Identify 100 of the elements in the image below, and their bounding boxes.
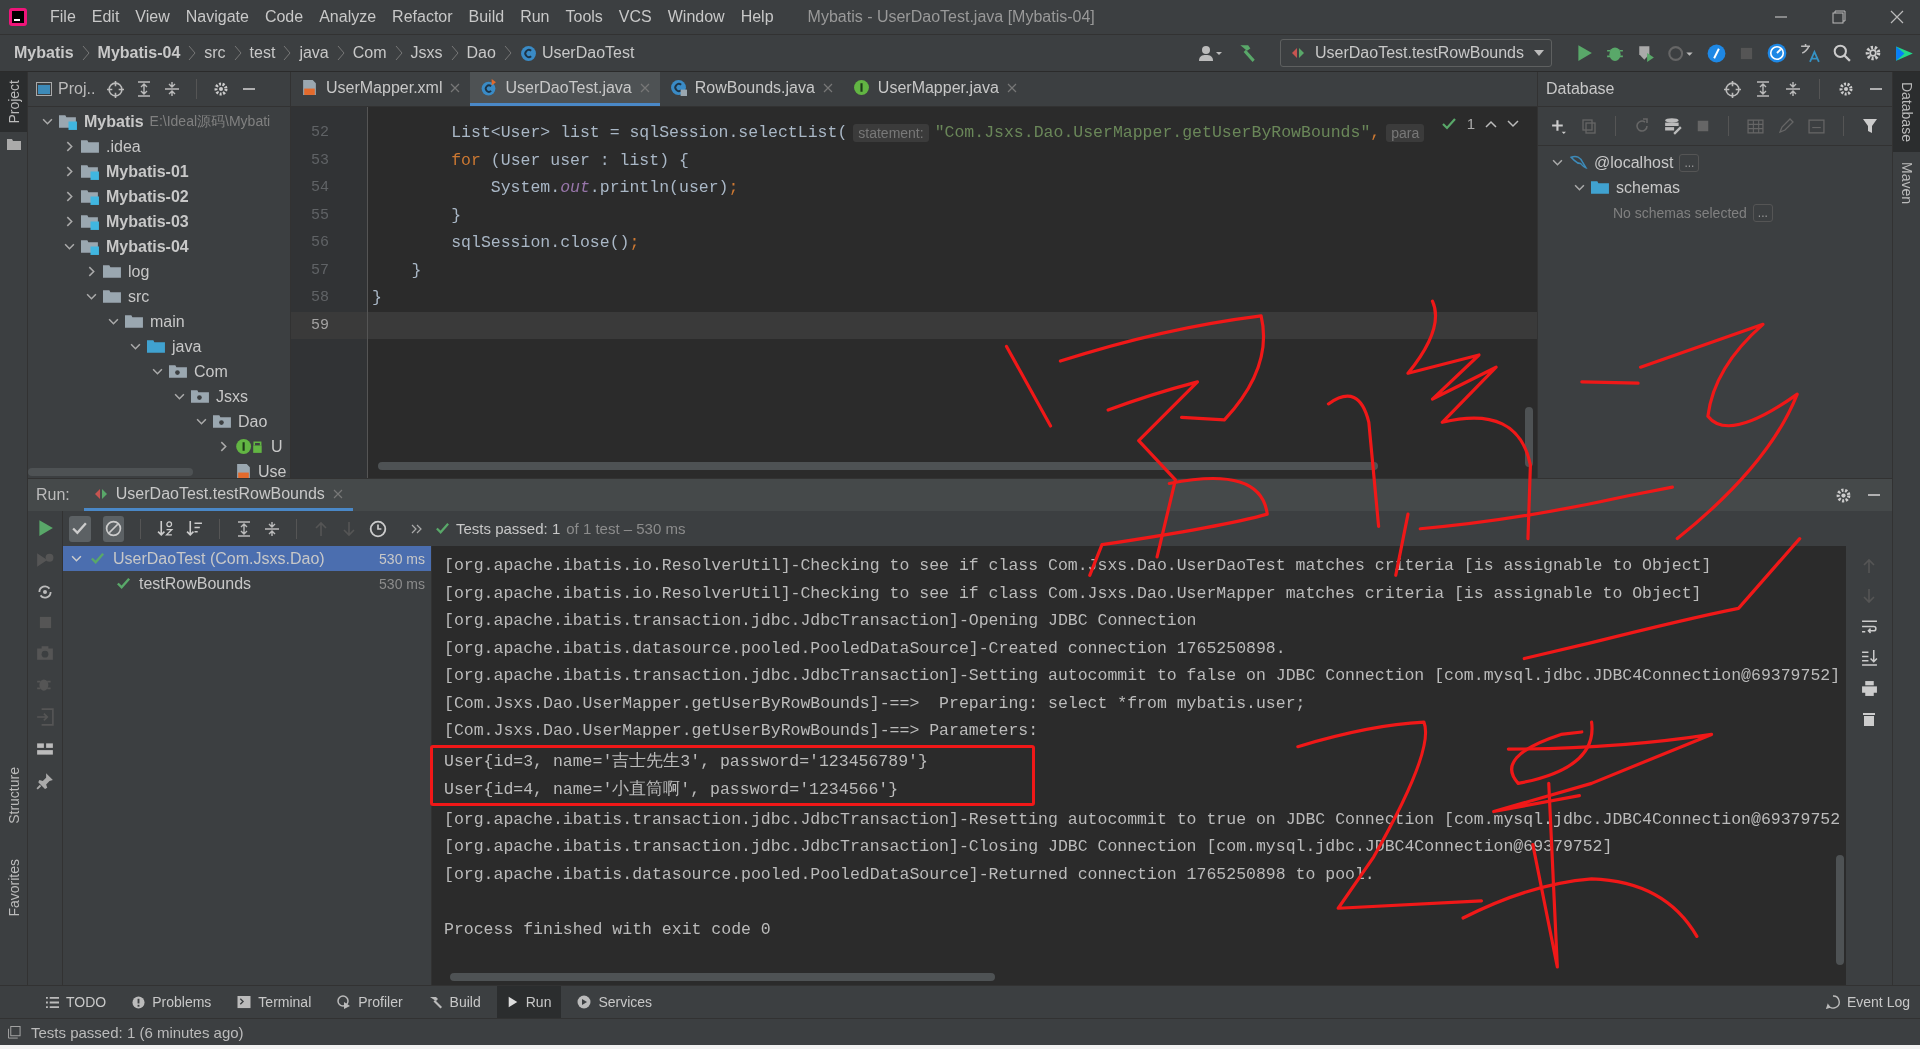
tree-item[interactable]: Mybatis-02 xyxy=(106,187,189,206)
tool-window-button[interactable]: Build xyxy=(418,986,491,1018)
menu-item[interactable]: Edit xyxy=(83,8,128,26)
collapse-all-icon[interactable] xyxy=(164,81,181,97)
layout-icon[interactable] xyxy=(36,740,54,758)
breadcrumb[interactable]: Mybatis xyxy=(14,44,74,62)
settings-icon[interactable] xyxy=(1864,44,1882,62)
chevron-icon[interactable] xyxy=(86,266,97,277)
chevron-icon[interactable] xyxy=(64,141,75,152)
tool-window-tab[interactable]: Maven xyxy=(1893,151,1920,214)
tree-item[interactable]: main xyxy=(150,312,185,331)
more-button[interactable]: ... xyxy=(1752,203,1773,222)
more-chevron-icon[interactable] xyxy=(411,523,423,534)
close-icon[interactable] xyxy=(1006,82,1017,93)
chevron-icon[interactable] xyxy=(1552,157,1563,168)
tool-window-button[interactable]: Terminal xyxy=(227,986,322,1018)
editor-tab[interactable]: UserMapper.java xyxy=(842,72,1027,106)
menu-item[interactable]: Navigate xyxy=(177,8,257,26)
test-row[interactable]: testRowBounds 530 ms xyxy=(63,571,431,596)
menu-item[interactable]: File xyxy=(42,8,84,26)
close-icon[interactable] xyxy=(1890,10,1904,24)
locate-icon[interactable] xyxy=(1724,80,1741,98)
scrollbar-thumb[interactable] xyxy=(1525,407,1533,467)
scroll-to-end-icon[interactable] xyxy=(1860,649,1878,666)
help-icon[interactable] xyxy=(1707,43,1726,63)
filter-icon[interactable] xyxy=(1862,118,1878,134)
tool-window-button[interactable]: Run xyxy=(496,986,562,1018)
run-icon[interactable] xyxy=(36,519,54,537)
translate-icon[interactable] xyxy=(1800,43,1820,63)
tool-window-tab[interactable]: Structure xyxy=(0,758,27,832)
tool-window-tab[interactable]: Database xyxy=(1893,72,1920,152)
panel-toggle-icon[interactable] xyxy=(8,1025,21,1039)
chevron-icon[interactable] xyxy=(64,191,75,202)
tool-window-button[interactable]: TODO xyxy=(36,986,117,1018)
tree-item[interactable]: Mybatis-03 xyxy=(106,212,189,231)
scrollbar-thumb[interactable] xyxy=(378,462,1378,470)
tree-item[interactable]: .idea xyxy=(106,137,141,156)
chevron-icon[interactable] xyxy=(1574,182,1585,193)
tree-item[interactable]: U xyxy=(271,437,283,456)
breadcrumb[interactable]: java xyxy=(299,44,329,62)
breadcrumb[interactable]: test xyxy=(249,44,276,62)
chevron-icon[interactable] xyxy=(86,291,97,302)
breadcrumb[interactable]: Com xyxy=(352,44,387,62)
run-icon[interactable] xyxy=(1575,44,1593,62)
pin-icon[interactable] xyxy=(36,772,54,790)
panel-title-dropdown[interactable]: Proj.. xyxy=(58,80,96,98)
tree-item[interactable]: Mybatis-01 xyxy=(106,162,189,181)
menu-item[interactable]: Run xyxy=(512,8,558,26)
scrollbar-thumb[interactable] xyxy=(1836,855,1844,965)
history-icon[interactable] xyxy=(369,519,387,538)
tool-window-button[interactable]: Problems xyxy=(122,986,222,1018)
expand-all-icon[interactable] xyxy=(1755,81,1771,97)
tool-window-button[interactable]: Profiler xyxy=(327,986,413,1018)
user-icon[interactable] xyxy=(1198,45,1224,61)
tree-item[interactable]: @localhost xyxy=(1594,153,1674,172)
sort-alpha-icon[interactable] xyxy=(157,520,174,537)
print-icon[interactable] xyxy=(1860,680,1878,697)
settings-icon[interactable] xyxy=(1835,486,1852,504)
tree-item[interactable]: java xyxy=(172,337,202,356)
tree-item[interactable]: Use xyxy=(258,462,287,478)
shield-run-icon[interactable] xyxy=(1637,44,1655,62)
menu-item[interactable]: Help xyxy=(732,8,782,26)
editor-tab[interactable]: UserDaoTest.java xyxy=(470,72,660,106)
editor-tab[interactable]: RowBounds.java xyxy=(659,72,843,106)
chevron-icon[interactable] xyxy=(130,341,141,352)
tool-window-button[interactable]: Services xyxy=(567,986,663,1018)
chevron-icon[interactable] xyxy=(64,216,75,227)
event-log-button[interactable]: Event Log xyxy=(1815,986,1920,1018)
chevron-icon[interactable] xyxy=(174,391,185,402)
chevron-icon[interactable] xyxy=(64,241,75,252)
scrollbar-thumb[interactable] xyxy=(28,468,193,476)
chevron-icon[interactable] xyxy=(42,116,53,127)
tree-item[interactable]: Mybatis xyxy=(84,112,144,131)
soft-wrap-icon[interactable] xyxy=(1860,618,1878,635)
tool-window-tab[interactable]: Project xyxy=(0,72,27,132)
toggle-auto-test-icon[interactable] xyxy=(36,583,54,601)
sort-duration-icon[interactable] xyxy=(186,520,203,537)
run-tab[interactable]: UserDaoTest.testRowBounds xyxy=(83,479,353,511)
breadcrumb[interactable]: Mybatis-04 xyxy=(97,44,181,62)
tree-item[interactable]: Mybatis-04 xyxy=(106,237,189,256)
bug-icon[interactable] xyxy=(1606,44,1624,62)
show-ignored-toggle[interactable] xyxy=(102,515,124,542)
breadcrumb[interactable]: Jsxs xyxy=(410,44,443,62)
locate-icon[interactable] xyxy=(107,80,125,98)
expand-all-icon[interactable] xyxy=(236,520,252,537)
menu-item[interactable]: VCS xyxy=(610,8,660,26)
collapse-all-icon[interactable] xyxy=(1785,81,1801,97)
search-icon[interactable] xyxy=(1833,44,1851,62)
restore-icon[interactable] xyxy=(1832,10,1846,24)
scrollbar-thumb[interactable] xyxy=(450,973,995,981)
menu-item[interactable]: Build xyxy=(460,8,513,26)
database-tools-icon[interactable] xyxy=(1664,117,1682,135)
menu-item[interactable]: Code xyxy=(256,8,312,26)
breadcrumb[interactable]: Dao xyxy=(466,44,496,62)
breadcrumb[interactable]: src xyxy=(204,44,226,62)
more-button[interactable]: ... xyxy=(1679,153,1700,172)
tree-item[interactable]: Jsxs xyxy=(216,387,248,406)
chevron-icon[interactable] xyxy=(108,316,119,327)
trash-icon[interactable] xyxy=(1861,711,1877,727)
run-configuration-dropdown[interactable]: UserDaoTest.testRowBounds xyxy=(1280,39,1552,67)
